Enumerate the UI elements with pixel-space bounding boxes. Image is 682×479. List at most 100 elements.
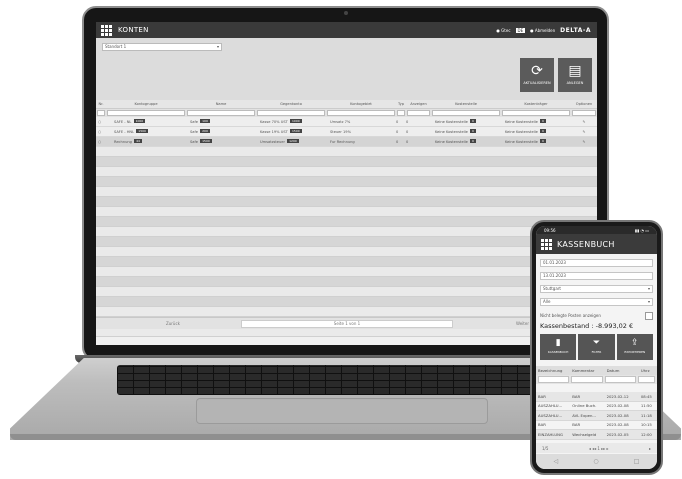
date-from-field[interactable]: 01.01.2023	[540, 259, 653, 267]
row-checkbox[interactable]: ○	[96, 140, 106, 144]
edit-icon[interactable]: ✎	[571, 120, 597, 124]
empty-row	[96, 257, 597, 267]
filter-input[interactable]	[638, 376, 655, 383]
app-menu-grid-icon[interactable]	[540, 238, 552, 250]
filter-button-label: FILTER	[591, 350, 602, 354]
cell-group: SAFE - HNL 1500	[114, 129, 148, 134]
cell-cost: Keine Kostenstelle 0	[435, 119, 476, 124]
logout-link[interactable]: ● Abmelden	[530, 28, 555, 33]
refresh-button-label: AKTUALISIEREN	[523, 81, 551, 85]
table-row[interactable]: AUSZAHLU... Online Buch. 2023-02-08 11:5…	[536, 402, 657, 411]
table-row[interactable]: AUSZAHLU... AVL Expen... 2023-02-08 11:1…	[536, 411, 657, 421]
filter-select[interactable]: Alle ▾	[540, 298, 653, 306]
filter-input[interactable]	[571, 376, 603, 383]
filter-input[interactable]	[572, 110, 596, 116]
laptop-camera	[344, 11, 348, 15]
new-account-button[interactable]: ▤ ANLEGEN	[558, 58, 592, 92]
cell-type: 0	[396, 139, 399, 144]
table-header: Nr. Kontogruppe Name Gegenkonto Kontogeb…	[96, 100, 597, 109]
column-header[interactable]: Typ	[396, 102, 406, 106]
cashbook-rows: BAR BAR 2023-02-12 08:45 AUSZAHLU... Onl…	[536, 392, 657, 440]
laptop-touchpad	[196, 398, 488, 424]
date-to-field[interactable]: 13.01.2023	[540, 272, 653, 280]
table-row[interactable]: ○ SAFE - NL 1000 Safe 100 Kasse 70% UST …	[96, 117, 597, 127]
filter-input[interactable]	[604, 376, 637, 383]
filter-input[interactable]	[397, 110, 405, 116]
empty-row	[96, 217, 597, 227]
cell-time: 11:18	[640, 412, 652, 418]
table-row[interactable]: BAR BAR 2023-02-12 08:45	[536, 392, 657, 402]
next-page-button[interactable]: ▸	[649, 446, 651, 451]
column-header[interactable]: Kostenstelle	[431, 102, 501, 106]
column-header[interactable]: Optionen	[571, 102, 597, 106]
export-button[interactable]: ⇪ EXPORTIEREN	[616, 334, 653, 360]
column-header[interactable]: Kontogruppe	[106, 102, 186, 106]
column-header[interactable]: Name	[186, 102, 256, 106]
page-controls[interactable]: ◂ ◂◂ 1 ▸▸ ▸	[589, 446, 609, 451]
filter-input[interactable]	[407, 110, 430, 116]
empty-row	[96, 287, 597, 297]
checkbox[interactable]	[645, 312, 653, 320]
edit-icon[interactable]: ✎	[571, 130, 597, 134]
table-row[interactable]: EINZAHLUNG Wechselgeld 2023-02-05 12:00	[536, 430, 657, 440]
export-icon: ⇪	[631, 338, 639, 348]
column-header[interactable]: Kontogebiet	[326, 102, 396, 106]
filter-input[interactable]	[187, 110, 255, 116]
cell-date: 2023-02-05	[606, 431, 629, 437]
cell-bearer: Keine Kostenstelle 0	[505, 129, 546, 134]
row-checkbox[interactable]: ○	[96, 130, 106, 134]
filter-input[interactable]	[107, 110, 185, 116]
page-title: KASSENBUCH	[557, 239, 615, 249]
cell-date: 2023-02-08	[606, 403, 629, 409]
next-page-button[interactable]: Weiter	[516, 321, 529, 326]
column-header[interactable]: Uhrz	[639, 368, 657, 373]
empty-row	[96, 157, 597, 167]
column-header[interactable]: Gegenkonto	[256, 102, 326, 106]
page-indicator: Seite 1 von 1	[241, 320, 453, 328]
column-header[interactable]: Kostenträger	[501, 102, 571, 106]
filter-input[interactable]	[538, 376, 570, 383]
prev-page-button[interactable]: Zurück	[166, 321, 180, 326]
filter-input[interactable]	[97, 110, 105, 116]
cell-time: 11:50	[640, 403, 652, 409]
refresh-icon: ⟳	[531, 63, 543, 79]
new-account-button-label: ANLEGEN	[566, 81, 584, 85]
column-header[interactable]: Anzeigen	[406, 102, 431, 106]
edit-icon[interactable]: ✎	[571, 140, 597, 144]
cell-area: Fur Rechnung	[330, 139, 355, 144]
phone-actions: ▮ KASSENBUCH ⏷ FILTER ⇪ EXPORTIEREN	[540, 334, 653, 360]
column-header[interactable]: Nr.	[96, 102, 106, 106]
home-icon[interactable]: ○	[593, 458, 598, 465]
column-header[interactable]: Datum	[605, 368, 639, 373]
accounts-table: Nr. Kontogruppe Name Gegenkonto Kontogeb…	[96, 100, 597, 337]
table-row[interactable]: ○ SAFE - HNL 1500 Safe 200 Kasse 19% UST…	[96, 127, 597, 137]
filter-input[interactable]	[257, 110, 325, 116]
empty-row	[96, 307, 597, 317]
table-row[interactable]: BAR BAR 2023-02-08 10:15	[536, 421, 657, 430]
cell-show: 0	[406, 119, 409, 124]
filter-input[interactable]	[327, 110, 395, 116]
branch-select[interactable]: Standort 1 ▾	[102, 43, 222, 51]
row-checkbox[interactable]: ○	[96, 120, 106, 124]
cashbook-button[interactable]: ▮ KASSENBUCH	[540, 334, 577, 360]
filter-input[interactable]	[502, 110, 570, 116]
cell-bearer: Keine Kostenstelle 0	[505, 139, 546, 144]
page-title: KONTEN	[118, 26, 149, 34]
column-header[interactable]: Kommentar	[570, 368, 604, 373]
user-menu[interactable]: ● Gtec	[496, 28, 510, 33]
empty-row	[96, 237, 597, 247]
table-row[interactable]: ○ Rechnung 44 Safe 1500 Umsatzsteuer 120…	[96, 137, 597, 147]
back-icon[interactable]: ◁	[554, 458, 559, 465]
cell-name: Safe 100	[190, 119, 210, 124]
column-header[interactable]: Bezeichnung	[536, 368, 570, 373]
app-menu-grid-icon[interactable]	[99, 23, 113, 37]
show-unassigned-toggle[interactable]: Nicht belegte Posten anzeigen	[540, 312, 653, 320]
cash-balance: Kassenbestand : -8.993,02 €	[540, 322, 634, 330]
refresh-button[interactable]: ⟳ AKTUALISIEREN	[520, 58, 554, 92]
filter-input[interactable]	[432, 110, 500, 116]
recents-icon[interactable]: □	[634, 458, 640, 465]
chevron-down-icon: ▾	[216, 44, 219, 49]
language-select[interactable]: DE	[515, 27, 526, 33]
filter-button[interactable]: ⏷ FILTER	[578, 334, 615, 360]
location-select[interactable]: Stuttgart ▾	[540, 285, 653, 293]
